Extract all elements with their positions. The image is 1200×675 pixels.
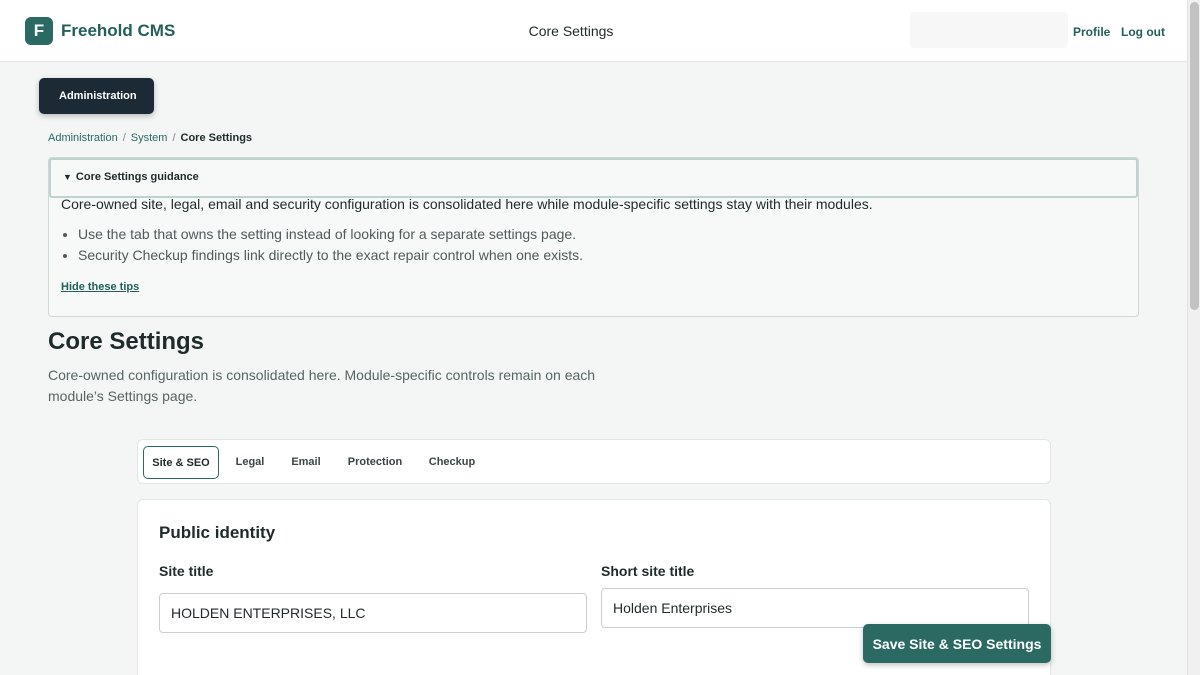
short-site-title-input[interactable] <box>601 588 1029 628</box>
hide-tips-link[interactable]: Hide these tips <box>61 281 139 293</box>
guidance-toggle[interactable]: ▼ Core Settings guidance <box>49 158 1138 198</box>
scrollbar-thumb[interactable] <box>1190 2 1199 310</box>
section-title: Public identity <box>159 523 276 542</box>
settings-tabs: Site & SEO Legal Email Protection Checku… <box>137 439 1051 484</box>
tab-legal[interactable]: Legal <box>225 446 275 479</box>
tab-site-seo[interactable]: Site & SEO <box>143 446 219 479</box>
tab-email[interactable]: Email <box>281 446 331 479</box>
header-search-area[interactable] <box>910 12 1068 48</box>
breadcrumb-separator: / <box>172 132 176 144</box>
tab-protection[interactable]: Protection <box>339 446 411 479</box>
guidance-tips-list: Use the tab that owns the setting instea… <box>78 224 583 266</box>
logout-link[interactable]: Log out <box>1121 25 1165 39</box>
administration-menu-button[interactable]: Administration <box>39 78 154 114</box>
page-description: Core-owned configuration is consolidated… <box>48 367 596 404</box>
guidance-summary-label: Core Settings guidance <box>75 171 199 183</box>
breadcrumb-system[interactable]: System <box>131 132 168 144</box>
save-settings-button[interactable]: Save Site & SEO Settings <box>863 624 1051 663</box>
short-site-title-label: Short site title <box>601 563 695 579</box>
page-scrollbar[interactable] <box>1187 0 1200 675</box>
tab-checkup[interactable]: Checkup <box>419 446 485 479</box>
breadcrumb-current: Core Settings <box>180 132 253 144</box>
guidance-intro: Core-owned site, legal, email and securi… <box>61 196 873 212</box>
guidance-tip: Security Checkup findings link directly … <box>78 245 583 266</box>
top-bar: F Freehold CMS Core Settings Profile Log… <box>0 0 1187 62</box>
site-title-input[interactable] <box>159 593 587 633</box>
guidance-tip: Use the tab that owns the setting instea… <box>78 224 583 245</box>
page-title: Core Settings <box>48 328 205 355</box>
breadcrumb-separator: / <box>122 132 126 144</box>
breadcrumb-administration[interactable]: Administration <box>48 132 118 144</box>
profile-link[interactable]: Profile <box>1073 25 1110 39</box>
breadcrumb: Administration / System / Core Settings <box>48 132 252 144</box>
site-title-label: Site title <box>159 563 214 579</box>
guidance-panel: ▼ Core Settings guidance Core-owned site,… <box>48 157 1139 317</box>
triangle-down-icon: ▼ <box>63 172 72 182</box>
